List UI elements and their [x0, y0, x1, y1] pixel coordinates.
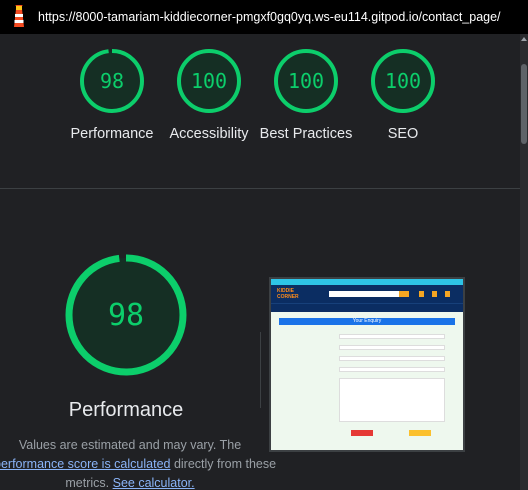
gauge-label: Best Practices [259, 126, 353, 142]
gauge-performance[interactable]: 98 Performance [62, 48, 162, 144]
gauge-label: Accessibility [169, 126, 249, 142]
thumb-yellow-button [409, 430, 431, 436]
thumb-body: Your Enquiry [271, 312, 463, 450]
performance-score: 98 [107, 297, 145, 333]
address-bar[interactable]: https://8000-tamariam-kiddiecorner-pmgxf… [0, 0, 528, 34]
lighthouse-icon [14, 5, 24, 27]
gauge-best-practices[interactable]: 100 Best Practices [256, 48, 356, 144]
thumb-logo: KIDDIE CORNER [277, 288, 299, 300]
desc-line-3: metrics. See calculator. [0, 474, 266, 490]
see-calculator-link[interactable]: See calculator. [113, 476, 195, 490]
desc-mid-text: directly from these [170, 457, 277, 471]
scroll-up-arrow-icon[interactable] [521, 36, 527, 42]
thumb-field [339, 356, 445, 361]
page-screenshot-thumbnail[interactable]: KIDDIE CORNER Your Enquiry [269, 277, 465, 452]
thumb-red-button [351, 430, 373, 436]
gauge-accessibility[interactable]: 100 Accessibility [159, 48, 259, 144]
scrollbar[interactable] [520, 34, 528, 490]
performance-title: Performance [68, 399, 184, 421]
gauge-score: 100 [190, 69, 228, 93]
gauge-label: Performance [70, 126, 154, 142]
desc-line-2: performance score is calculated directly… [0, 455, 276, 474]
scrollbar-thumb[interactable] [521, 64, 527, 144]
performance-description: Values are estimated and may vary. The p… [0, 436, 276, 490]
url-text: https://8000-tamariam-kiddiecorner-pmgxf… [38, 10, 501, 24]
thumb-field [339, 345, 445, 350]
thumb-field [339, 367, 445, 372]
section-divider [0, 188, 520, 189]
gauge-score: 100 [384, 69, 422, 93]
vertical-divider [260, 332, 261, 408]
thumb-textarea [339, 378, 445, 422]
desc-line-1: Values are estimated and may vary. The [18, 438, 242, 452]
thumb-search [329, 291, 399, 297]
thumb-heading: Your Enquiry [279, 318, 455, 325]
gauge-seo[interactable]: 100 SEO [353, 48, 453, 144]
gauge-score: 98 [99, 69, 125, 93]
desc-metrics-text: metrics. [65, 476, 113, 490]
thumb-icons [419, 291, 450, 297]
gauge-label: SEO [387, 126, 419, 142]
score-calculation-link[interactable]: performance score is calculated [0, 457, 170, 471]
thumb-menu [271, 303, 463, 312]
gauge-score: 100 [287, 69, 325, 93]
thumb-search-button [399, 291, 409, 297]
summary-gauges: 98 Performance 100 Accessibility 100 Bes… [60, 48, 480, 178]
thumb-navbar: KIDDIE CORNER [271, 285, 463, 303]
thumb-field [339, 334, 445, 339]
